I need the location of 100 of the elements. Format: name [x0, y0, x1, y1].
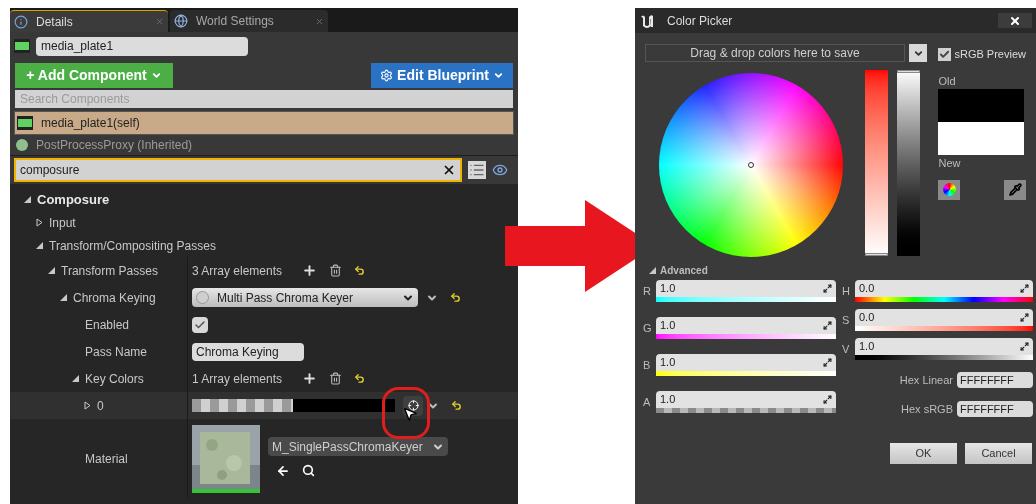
- search-components-field[interactable]: Search Components: [15, 90, 513, 108]
- close-icon: [1009, 14, 1021, 27]
- collapsed-arrow-icon[interactable]: [84, 401, 91, 410]
- channel-label: S: [842, 312, 851, 328]
- reset-icon[interactable]: [354, 373, 366, 384]
- property-label: Material: [85, 451, 128, 468]
- component-row[interactable]: media_plate1(self): [14, 111, 514, 135]
- hex-field[interactable]: FFFFFFFF: [957, 400, 1033, 417]
- color-swatch[interactable]: [192, 399, 395, 412]
- expand-icon[interactable]: [823, 358, 832, 367]
- checkbox[interactable]: [192, 316, 208, 333]
- panel-tab[interactable]: World Settings: [170, 10, 328, 32]
- hsv-field[interactable]: 1.0: [855, 338, 1033, 360]
- actor-name-field[interactable]: media_plate1: [36, 36, 248, 56]
- advanced-label[interactable]: Advanced: [660, 263, 708, 278]
- reset-icon[interactable]: [451, 400, 462, 411]
- reset-icon[interactable]: [354, 265, 366, 276]
- class-dropdown[interactable]: Multi Pass Chroma Keyer: [192, 288, 418, 307]
- expand-icon[interactable]: [1020, 313, 1029, 322]
- new-label: New: [938, 156, 962, 171]
- property-search-field[interactable]: composure: [14, 158, 462, 182]
- hsv-field[interactable]: 0.0: [855, 280, 1033, 302]
- saturation-slider[interactable]: [865, 70, 888, 256]
- use-selected-icon[interactable]: [276, 464, 290, 478]
- srgb-label: sRGB Preview: [954, 47, 1026, 62]
- channel-field[interactable]: 1.0: [656, 354, 836, 376]
- check-icon: [194, 318, 206, 331]
- channel-label: G: [643, 320, 652, 336]
- collapsed-arrow-icon[interactable]: [36, 218, 43, 227]
- eyedropper-button[interactable]: [1004, 179, 1026, 200]
- hex-field[interactable]: FFFFFFFF: [957, 372, 1033, 389]
- eye-icon[interactable]: [492, 162, 508, 178]
- material-dropdown[interactable]: M_SinglePassChromaKeyer: [268, 437, 448, 456]
- film-icon: [17, 116, 33, 130]
- panel-tab[interactable]: Details: [10, 10, 168, 32]
- value-slider[interactable]: [897, 70, 920, 256]
- color-wheel-button[interactable]: [938, 179, 961, 200]
- expand-icon[interactable]: [1020, 342, 1029, 351]
- themes-dropdown-button[interactable]: [909, 44, 927, 62]
- check-icon: [939, 48, 951, 60]
- view-options-icon[interactable]: [468, 161, 486, 179]
- film-icon: [14, 39, 30, 53]
- edit-blueprint-button[interactable]: Edit Blueprint: [371, 62, 513, 88]
- channel-label: V: [842, 341, 851, 357]
- hex-label: Hex Linear: [899, 373, 953, 388]
- array-count: 1 Array elements: [192, 370, 283, 388]
- gear-icon: [380, 68, 394, 82]
- category-label[interactable]: Composure: [37, 189, 110, 210]
- expand-icon[interactable]: [823, 395, 832, 404]
- property-label: Chroma Keying: [73, 289, 156, 307]
- eyedropper-icon: [1008, 183, 1022, 196]
- expand-icon[interactable]: [823, 284, 832, 293]
- expanded-arrow-icon[interactable]: [72, 375, 79, 382]
- property-label: Pass Name: [85, 343, 148, 361]
- globe-icon: [174, 14, 188, 28]
- channel-field[interactable]: 1.0: [656, 391, 836, 413]
- reset-icon[interactable]: [450, 292, 461, 303]
- expanded-arrow-icon[interactable]: [649, 267, 656, 274]
- search-icon[interactable]: [302, 464, 315, 477]
- channel-label: A: [643, 394, 652, 410]
- slider-thumb[interactable]: [897, 70, 920, 73]
- color-wheel-icon: [942, 183, 956, 196]
- slider-thumb[interactable]: [865, 253, 888, 256]
- expanded-arrow-icon[interactable]: [24, 196, 31, 203]
- add-icon[interactable]: [302, 263, 318, 278]
- window-title: Color Picker: [667, 12, 733, 30]
- array-count: 3 Array elements: [192, 262, 283, 280]
- expand-icon[interactable]: [823, 321, 832, 330]
- clear-icon[interactable]: [442, 163, 456, 177]
- hsv-field[interactable]: 0.0: [855, 309, 1033, 331]
- expanded-arrow-icon[interactable]: [60, 294, 67, 301]
- logo-icon: [639, 12, 655, 29]
- property-label: Transform Passes: [61, 262, 158, 280]
- group-label[interactable]: Transform/Compositing Passes: [49, 236, 216, 255]
- trash-icon[interactable]: [329, 264, 343, 277]
- property-label: 0: [97, 397, 104, 415]
- info-icon: [14, 14, 28, 29]
- property-label: Enabled: [85, 316, 130, 334]
- expand-icon[interactable]: [1020, 284, 1029, 293]
- text-field[interactable]: Chroma Keying: [192, 342, 304, 361]
- class-icon: [196, 291, 209, 304]
- channel-label: H: [842, 283, 851, 299]
- expanded-arrow-icon[interactable]: [36, 242, 43, 249]
- expanded-arrow-icon[interactable]: [48, 267, 55, 274]
- channel-field[interactable]: 1.0: [656, 317, 836, 339]
- trash-icon[interactable]: [329, 372, 343, 385]
- themes-bar[interactable]: Drag & drop colors here to save: [645, 44, 905, 62]
- component-row[interactable]: PostProcessProxy (Inherited): [14, 135, 514, 155]
- group-label[interactable]: Input: [49, 213, 76, 232]
- srgb-checkbox[interactable]: [938, 47, 952, 61]
- dialog-button[interactable]: Cancel: [965, 443, 1032, 464]
- add-icon[interactable]: [302, 371, 318, 386]
- channel-label: B: [643, 357, 652, 373]
- channel-label: R: [643, 283, 652, 299]
- property-label: Key Colors: [85, 370, 144, 388]
- crosshair-icon: [407, 400, 419, 411]
- close-button[interactable]: [998, 13, 1032, 28]
- dialog-button[interactable]: OK: [890, 443, 957, 464]
- cursor-icon: [402, 405, 418, 422]
- channel-field[interactable]: 1.0: [656, 280, 836, 302]
